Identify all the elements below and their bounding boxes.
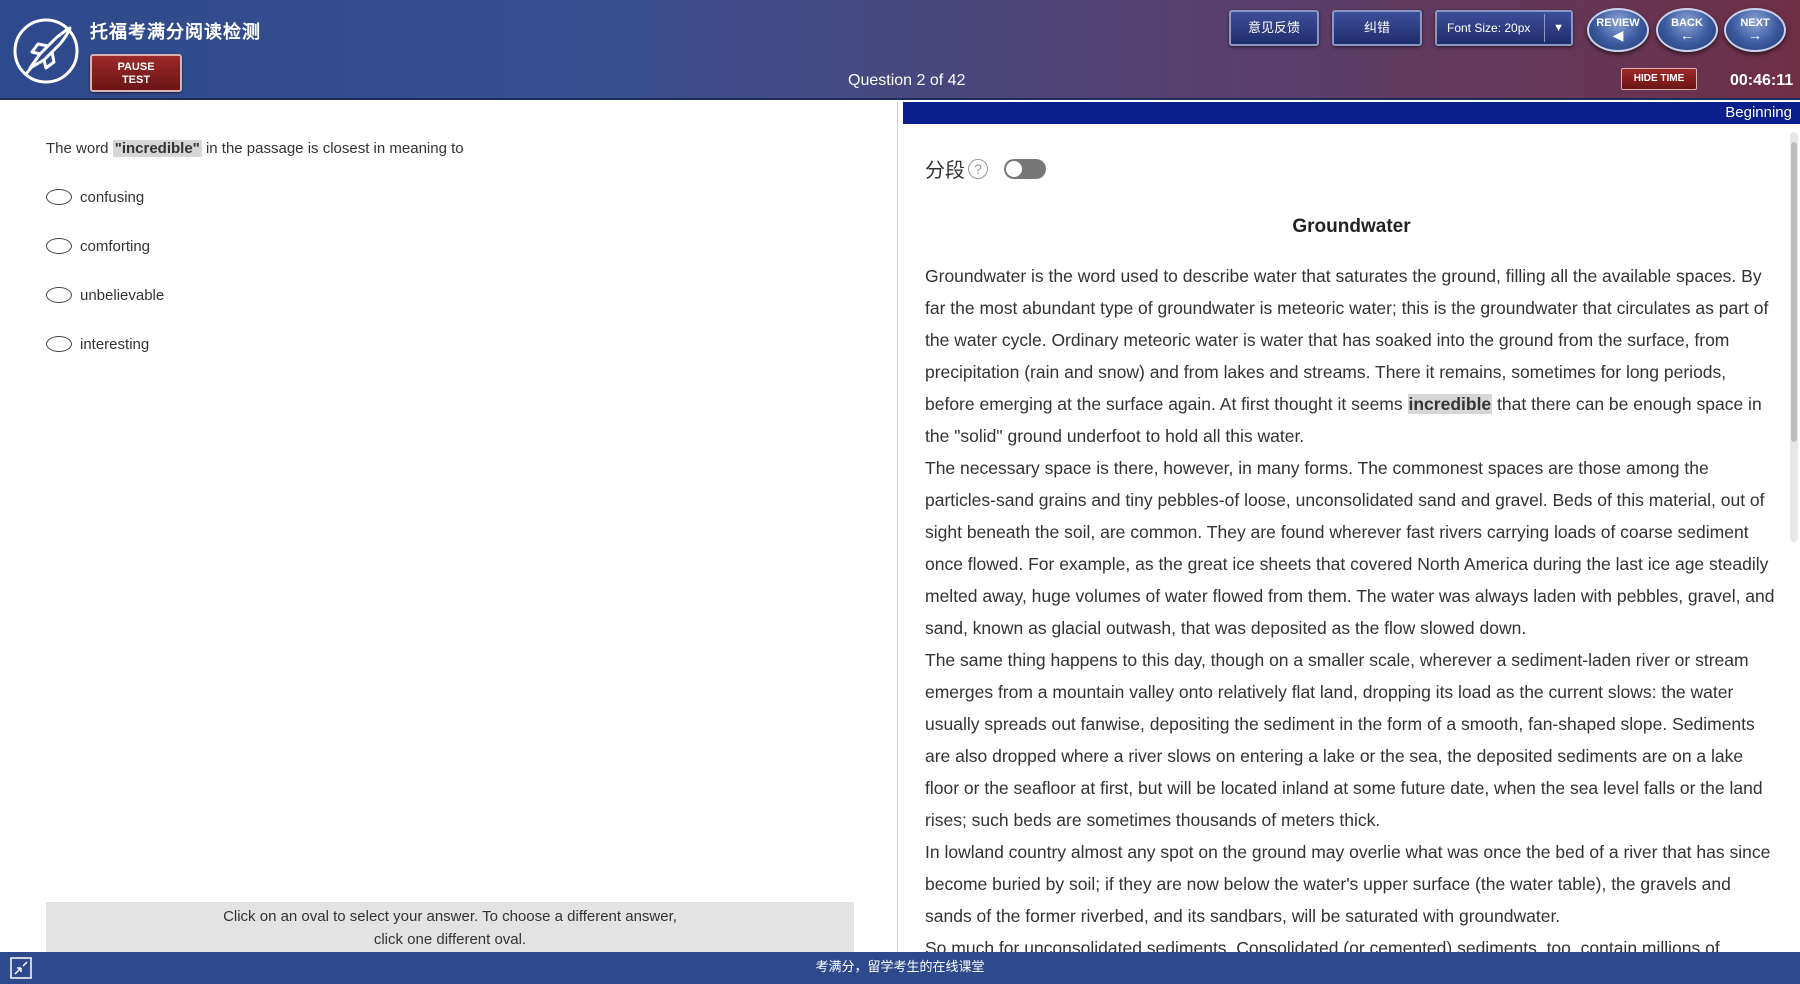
passage-paragraph: In lowland country almost any spot on th… xyxy=(925,842,1771,926)
segment-label: 分段 xyxy=(925,158,965,182)
passage-position-label: Beginning xyxy=(1725,104,1792,121)
pause-test-button[interactable]: PAUSE TEST xyxy=(90,54,182,92)
correction-button[interactable]: 纠错 xyxy=(1332,10,1422,46)
passage-paragraph: The necessary space is there, however, i… xyxy=(925,458,1775,638)
back-button[interactable]: BACK ← xyxy=(1656,8,1718,52)
arrow-right-icon: → xyxy=(1748,27,1762,43)
countdown-timer: 00:46:11 xyxy=(1730,72,1794,89)
toggle-knob xyxy=(1006,160,1022,177)
font-size-select[interactable]: Font Size: 20px ▼ xyxy=(1435,10,1573,46)
passage-position-bar: Beginning xyxy=(903,102,1800,124)
answer-option-b[interactable]: comforting xyxy=(46,235,150,257)
pause-label-line2: TEST xyxy=(121,74,151,86)
arrow-left-icon: ← xyxy=(1680,27,1694,43)
answer-option-a[interactable]: confusing xyxy=(46,186,144,208)
passage-title: Groundwater xyxy=(1292,216,1411,237)
font-size-value: Font Size: 20px xyxy=(1447,21,1531,35)
answer-label-b: comforting xyxy=(80,237,151,255)
hide-time-button[interactable]: HIDE TIME xyxy=(1621,68,1697,90)
question-suffix: in the passage is closest in meaning to xyxy=(201,140,464,157)
question-target-word: "incredible" xyxy=(112,140,202,157)
answer-option-c[interactable]: unbelievable xyxy=(46,284,164,306)
answer-oval-d[interactable] xyxy=(46,336,72,352)
passage-paragraph: So much for unconsolidated sediments. Co… xyxy=(925,938,1720,952)
segment-toggle[interactable] xyxy=(1004,158,1046,179)
answer-label-c: unbelievable xyxy=(80,286,165,304)
paragraph-text: Groundwater is the word used to describe… xyxy=(925,266,1769,414)
question-pane: The word "incredible" in the passage is … xyxy=(0,102,898,952)
question-counter: Question 2 of 42 xyxy=(848,72,966,89)
footer-text: 考满分，留学考生的在线课堂 xyxy=(815,960,985,975)
rocket-logo-icon xyxy=(13,18,79,84)
answer-label-a: confusing xyxy=(80,188,145,206)
scrollbar-thumb[interactable] xyxy=(1791,142,1797,442)
app-title: 托福考满分阅读检测 xyxy=(90,22,261,43)
highlighted-word: incredible xyxy=(1407,394,1493,414)
passage-paragraph: Groundwater is the word used to describe… xyxy=(925,260,1777,452)
top-toolbar: 托福考满分阅读检测 PAUSE TEST Question 2 of 42 意见… xyxy=(0,0,1800,100)
question-prefix: The word xyxy=(46,140,113,157)
answer-oval-b[interactable] xyxy=(46,238,72,254)
question-prompt: The word "incredible" in the passage is … xyxy=(46,140,464,157)
help-icon[interactable]: ? xyxy=(968,158,988,179)
answer-option-d[interactable]: interesting xyxy=(46,333,149,355)
review-icon: ◀ xyxy=(1612,27,1624,43)
review-button[interactable]: REVIEW ◀ xyxy=(1587,8,1649,52)
passage-scrollbar[interactable] xyxy=(1790,132,1798,542)
instruction-line2: click one different oval. xyxy=(373,931,527,948)
chevron-down-icon: ▼ xyxy=(1553,22,1564,34)
feedback-button[interactable]: 意见反馈 xyxy=(1229,10,1319,46)
answer-label-d: interesting xyxy=(80,335,150,353)
shrink-window-icon[interactable] xyxy=(10,957,32,979)
next-button[interactable]: NEXT → xyxy=(1724,8,1786,52)
passage-pane: Beginning 分段 ? Groundwater Groundwater i… xyxy=(903,102,1800,952)
answer-oval-a[interactable] xyxy=(46,189,72,205)
instruction-line1: Click on an oval to select your answer. … xyxy=(223,908,677,925)
select-divider xyxy=(1544,14,1545,42)
answer-instruction: Click on an oval to select your answer. … xyxy=(46,902,854,952)
segment-control: 分段 ? xyxy=(925,154,1046,183)
passage-body: Groundwater is the word used to describe… xyxy=(925,260,1777,952)
footer-bar: 考满分，留学考生的在线课堂 xyxy=(0,952,1800,984)
passage-paragraph: The same thing happens to this day, thou… xyxy=(925,650,1763,830)
pause-label-line1: PAUSE xyxy=(117,61,155,73)
answer-oval-c[interactable] xyxy=(46,287,72,303)
